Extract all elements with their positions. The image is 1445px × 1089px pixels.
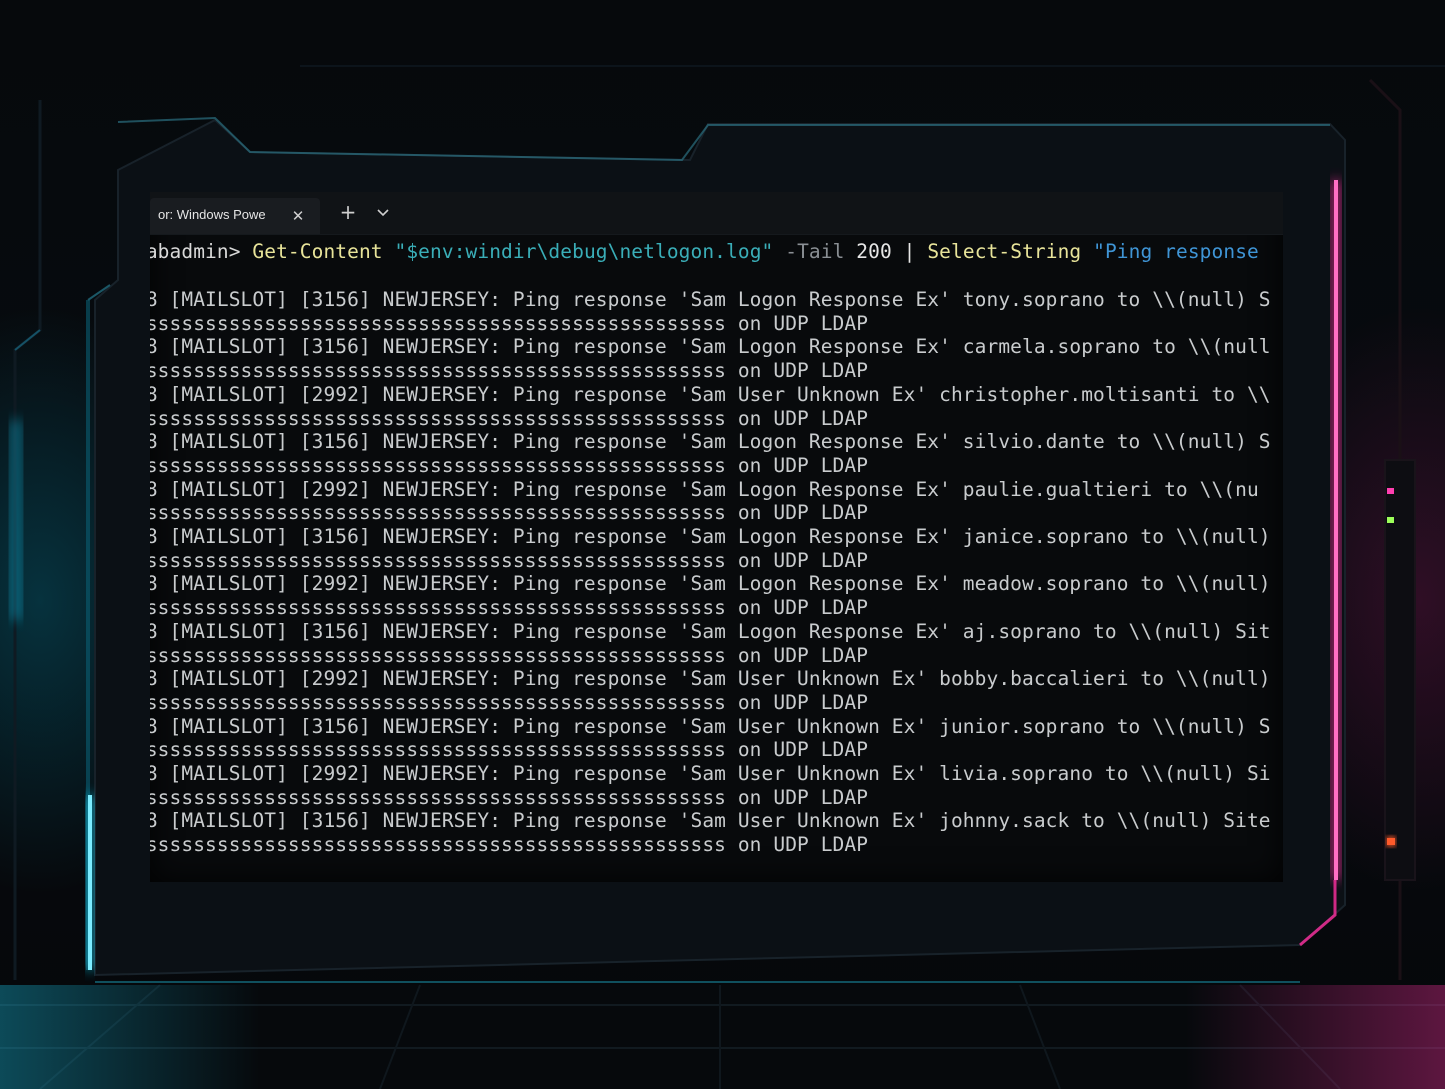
log-line: ssssssssssssssssssssssssssssssssssssssss… xyxy=(150,359,869,383)
log-line: 18 [MAILSLOT] [3156] NEWJERSEY: Ping res… xyxy=(150,809,1271,833)
log-line: ssssssssssssssssssssssssssssssssssssssss… xyxy=(150,596,869,620)
console-output[interactable]: labadmin> Get-Content "$env:windir\debug… xyxy=(150,234,1283,882)
prompt-prefix: labadmin> xyxy=(150,240,241,263)
log-line: 18 [MAILSLOT] [2992] NEWJERSEY: Ping res… xyxy=(150,382,1271,406)
log-line: ssssssssssssssssssssssssssssssssssssssss… xyxy=(150,738,869,762)
log-line: 18 [MAILSLOT] [3156] NEWJERSEY: Ping res… xyxy=(150,335,1271,359)
cmdlet-select-string: Select-String xyxy=(927,240,1082,263)
close-icon[interactable]: ✕ xyxy=(288,206,308,226)
log-line: 18 [MAILSLOT] [2992] NEWJERSEY: Ping res… xyxy=(150,572,1271,596)
log-line: 18 [MAILSLOT] [3156] NEWJERSEY: Ping res… xyxy=(150,525,1271,548)
chevron-down-icon[interactable] xyxy=(372,200,394,224)
log-line: ssssssssssssssssssssssssssssssssssssssss… xyxy=(150,311,869,335)
tab-title: or: Windows Powe xyxy=(158,207,266,222)
log-line: 18 [MAILSLOT] [2992] NEWJERSEY: Ping res… xyxy=(150,477,1259,501)
tab-bar: or: Windows Powe ✕ + xyxy=(150,192,1283,235)
log-line: 18 [MAILSLOT] [2992] NEWJERSEY: Ping res… xyxy=(150,762,1271,785)
log-line: 18 [MAILSLOT] [3156] NEWJERSEY: Ping res… xyxy=(150,619,1271,643)
pipe-symbol: | xyxy=(903,240,916,263)
log-line: 18 [MAILSLOT] [2992] NEWJERSEY: Ping res… xyxy=(150,667,1271,691)
tail-value: 200 xyxy=(856,240,892,263)
log-line: ssssssssssssssssssssssssssssssssssssssss… xyxy=(150,833,869,857)
log-line: 18 [MAILSLOT] [3156] NEWJERSEY: Ping res… xyxy=(150,714,1271,738)
log-line: 18 [MAILSLOT] [3156] NEWJERSEY: Ping res… xyxy=(150,430,1271,454)
command-line: labadmin> Get-Content "$env:windir\debug… xyxy=(150,240,1259,264)
tail-parameter: -Tail xyxy=(785,240,845,263)
cmdlet-get-content: Get-Content xyxy=(252,240,383,263)
plus-icon[interactable]: + xyxy=(336,200,360,224)
log-line: ssssssssssssssssssssssssssssssssssssssss… xyxy=(150,690,869,714)
log-line: ssssssssssssssssssssssssssssssssssssssss… xyxy=(150,406,869,430)
log-line: ssssssssssssssssssssssssssssssssssssssss… xyxy=(150,453,869,477)
tab-windows-powershell[interactable]: or: Windows Powe ✕ xyxy=(150,198,320,234)
log-line: ssssssssssssssssssssssssssssssssssssssss… xyxy=(150,501,869,525)
log-line: ssssssssssssssssssssssssssssssssssssssss… xyxy=(150,785,869,809)
log-line: 18 [MAILSLOT] [3156] NEWJERSEY: Ping res… xyxy=(150,288,1271,311)
log-line: ssssssssssssssssssssssssssssssssssssssss… xyxy=(150,643,869,667)
terminal-window: or: Windows Powe ✕ + labadmin> Get-Conte… xyxy=(150,192,1283,882)
scene-background: or: Windows Powe ✕ + labadmin> Get-Conte… xyxy=(0,0,1445,1089)
pattern-argument: "Ping response xyxy=(1093,240,1259,263)
path-argument: "$env:windir\debug\netlogon.log" xyxy=(394,240,774,263)
log-line: ssssssssssssssssssssssssssssssssssssssss… xyxy=(150,548,869,572)
